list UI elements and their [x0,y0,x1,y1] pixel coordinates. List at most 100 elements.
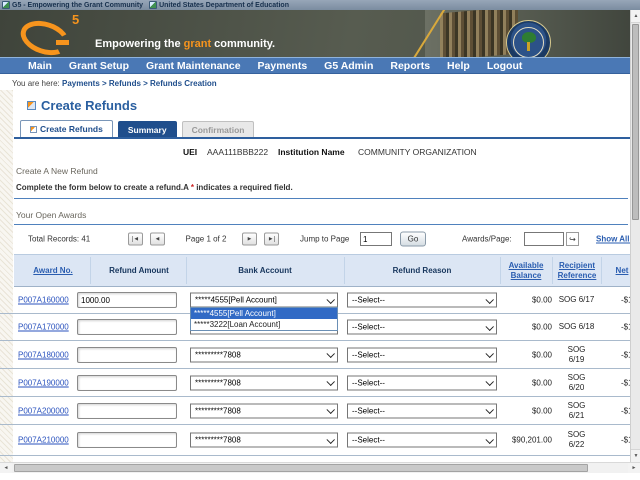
g5-logo-icon [16,15,73,57]
tab-summary-label: Summary [128,125,167,135]
previous-page-button[interactable]: ◄ [150,233,165,246]
chevron-down-icon [485,378,493,386]
awards-table-header: Award No. Refund Amount Bank Account Ref… [14,254,630,287]
tab-create-refunds-icon [30,126,37,133]
header-available-balance[interactable]: Available Balance [500,261,552,281]
nav-item-payments[interactable]: Payments [258,60,308,72]
horizontal-scrollbar[interactable]: ◄ ► [0,462,640,473]
nav-item-reports[interactable]: Reports [390,60,430,72]
header-refund-reason: Refund Reason [344,266,500,276]
bank-account-value: *********7808 [195,350,241,359]
tagline-pre: Empowering the [95,38,184,50]
award-link[interactable]: P007A190000 [18,378,69,387]
titlebar-left: G5 - Empowering the Grant Community [2,1,143,9]
refund-amount-input[interactable] [77,432,177,448]
ed-app-icon [149,1,157,9]
nav-item-help[interactable]: Help [447,60,470,72]
nav-item-logout[interactable]: Logout [487,60,523,72]
refund-reason-select[interactable]: --Select-- [347,320,497,335]
refund-amount-input[interactable] [77,292,177,308]
scroll-down-button[interactable]: ▼ [631,449,640,462]
scroll-up-button[interactable]: ▲ [631,10,640,23]
nav-item-main[interactable]: Main [28,60,52,72]
award-link[interactable]: P007A170000 [18,323,69,332]
page-heading-icon [27,101,36,110]
available-balance-value: $0.00 [495,350,552,359]
bank-account-value: *********7808 [195,406,241,415]
header-recipient-reference[interactable]: Recipient Reference [552,261,602,281]
refund-reason-select[interactable]: --Select-- [347,347,497,362]
nav-item-grant-maintenance[interactable]: Grant Maintenance [146,60,241,72]
titlebar-right-label: United States Department of Education [159,2,289,9]
refund-amount-input[interactable] [77,375,177,391]
dropdown-option-loan-account[interactable]: *****3222[Loan Account] [191,319,337,330]
titlebar-right: United States Department of Education [149,1,289,9]
table-row: P007A190000 *********7808 --Select-- $0.… [0,369,640,397]
tab-confirmation-label: Confirmation [192,125,245,135]
vertical-scrollbar[interactable]: ▲ ▼ [630,10,640,462]
scroll-right-button[interactable]: ► [628,463,640,473]
banner-tagline: Empowering the grant community. [95,38,275,50]
bank-account-select[interactable]: *********7808 [190,347,338,362]
bank-account-select[interactable]: *********7808 [190,375,338,390]
refund-reason-select[interactable]: --Select-- [347,433,497,448]
next-page-button[interactable]: ► [242,233,257,246]
table-row: P007A200000 *********7808 --Select-- $0.… [0,397,640,425]
nav-item-grant-setup[interactable]: Grant Setup [69,60,129,72]
award-link[interactable]: P007A180000 [18,350,69,359]
bank-account-select[interactable]: *********7808 [190,403,338,418]
uei-label: UEI [183,147,197,157]
bank-account-select[interactable]: *********7808 [190,433,338,448]
g5-application-window: G5 - Empowering the Grant Community Unit… [0,0,640,480]
awards-per-page-go-icon: ↪ [569,235,576,244]
section-divider-2 [14,224,628,225]
section-divider [14,198,628,199]
bank-account-value: *****4555[Pell Account] [195,296,277,305]
window-titlebar: G5 - Empowering the Grant Community Unit… [0,0,640,10]
breadcrumb-path[interactable]: Payments > Refunds > Refunds Creation [62,79,217,88]
available-balance-value: $0.00 [495,323,552,332]
header-divider [90,257,91,284]
horizontal-scrollbar-thumb[interactable] [14,464,588,472]
jump-to-page-label: Jump to Page [300,235,349,244]
vertical-scrollbar-thumb[interactable] [632,24,639,220]
go-button[interactable]: Go [400,232,426,247]
awards-per-page-input[interactable] [524,232,564,246]
header-divider [344,257,345,284]
refund-reason-select[interactable]: --Select-- [347,403,497,418]
tab-summary[interactable]: Summary [118,121,177,137]
scroll-left-button[interactable]: ◄ [0,463,12,473]
institution-identity: UEI AAA111BBB222 Institution Name COMMUN… [0,147,630,159]
award-link[interactable]: P007A160000 [18,296,69,305]
award-link[interactable]: P007A210000 [18,436,69,445]
award-link[interactable]: P007A200000 [18,406,69,415]
dropdown-option-pell-account[interactable]: *****4555[Pell Account] [191,308,337,319]
header-award-no[interactable]: Award No. [14,266,92,276]
bank-account-select[interactable]: *****4555[Pell Account] [190,293,338,308]
available-balance-value: $0.00 [495,378,552,387]
refund-amount-input[interactable] [77,319,177,335]
awards-per-page-go-button[interactable]: ↪ [566,232,579,246]
last-page-button[interactable]: ►| [264,233,279,246]
header-refund-amount: Refund Amount [92,266,186,276]
scroll-right-icon: ► [632,465,637,471]
tab-confirmation[interactable]: Confirmation [182,121,255,137]
recipient-reference-value: SOG 6/18 [553,322,600,332]
first-page-button[interactable]: |◄ [128,233,143,246]
nav-item-g5-admin[interactable]: G5 Admin [324,60,373,72]
refund-reason-select[interactable]: --Select-- [347,293,497,308]
recipient-reference-value: SOG 6/20 [560,373,593,393]
available-balance-value: $0.00 [495,296,552,305]
titlebar-left-label: G5 - Empowering the Grant Community [12,2,143,9]
jump-to-page-input[interactable] [360,232,392,246]
refund-amount-input[interactable] [77,347,177,363]
refund-amount-input[interactable] [77,403,177,419]
refund-reason-select[interactable]: --Select-- [347,375,497,390]
tab-create-refunds[interactable]: Create Refunds [20,120,113,137]
tagline-post: community. [211,38,275,50]
header-divider [500,257,501,284]
breadcrumb: You are here: Payments > Refunds > Refun… [12,79,217,88]
tab-divider-line [14,137,630,139]
g5-logo-digit: 5 [72,12,79,27]
bank-account-value: *********7808 [195,378,241,387]
